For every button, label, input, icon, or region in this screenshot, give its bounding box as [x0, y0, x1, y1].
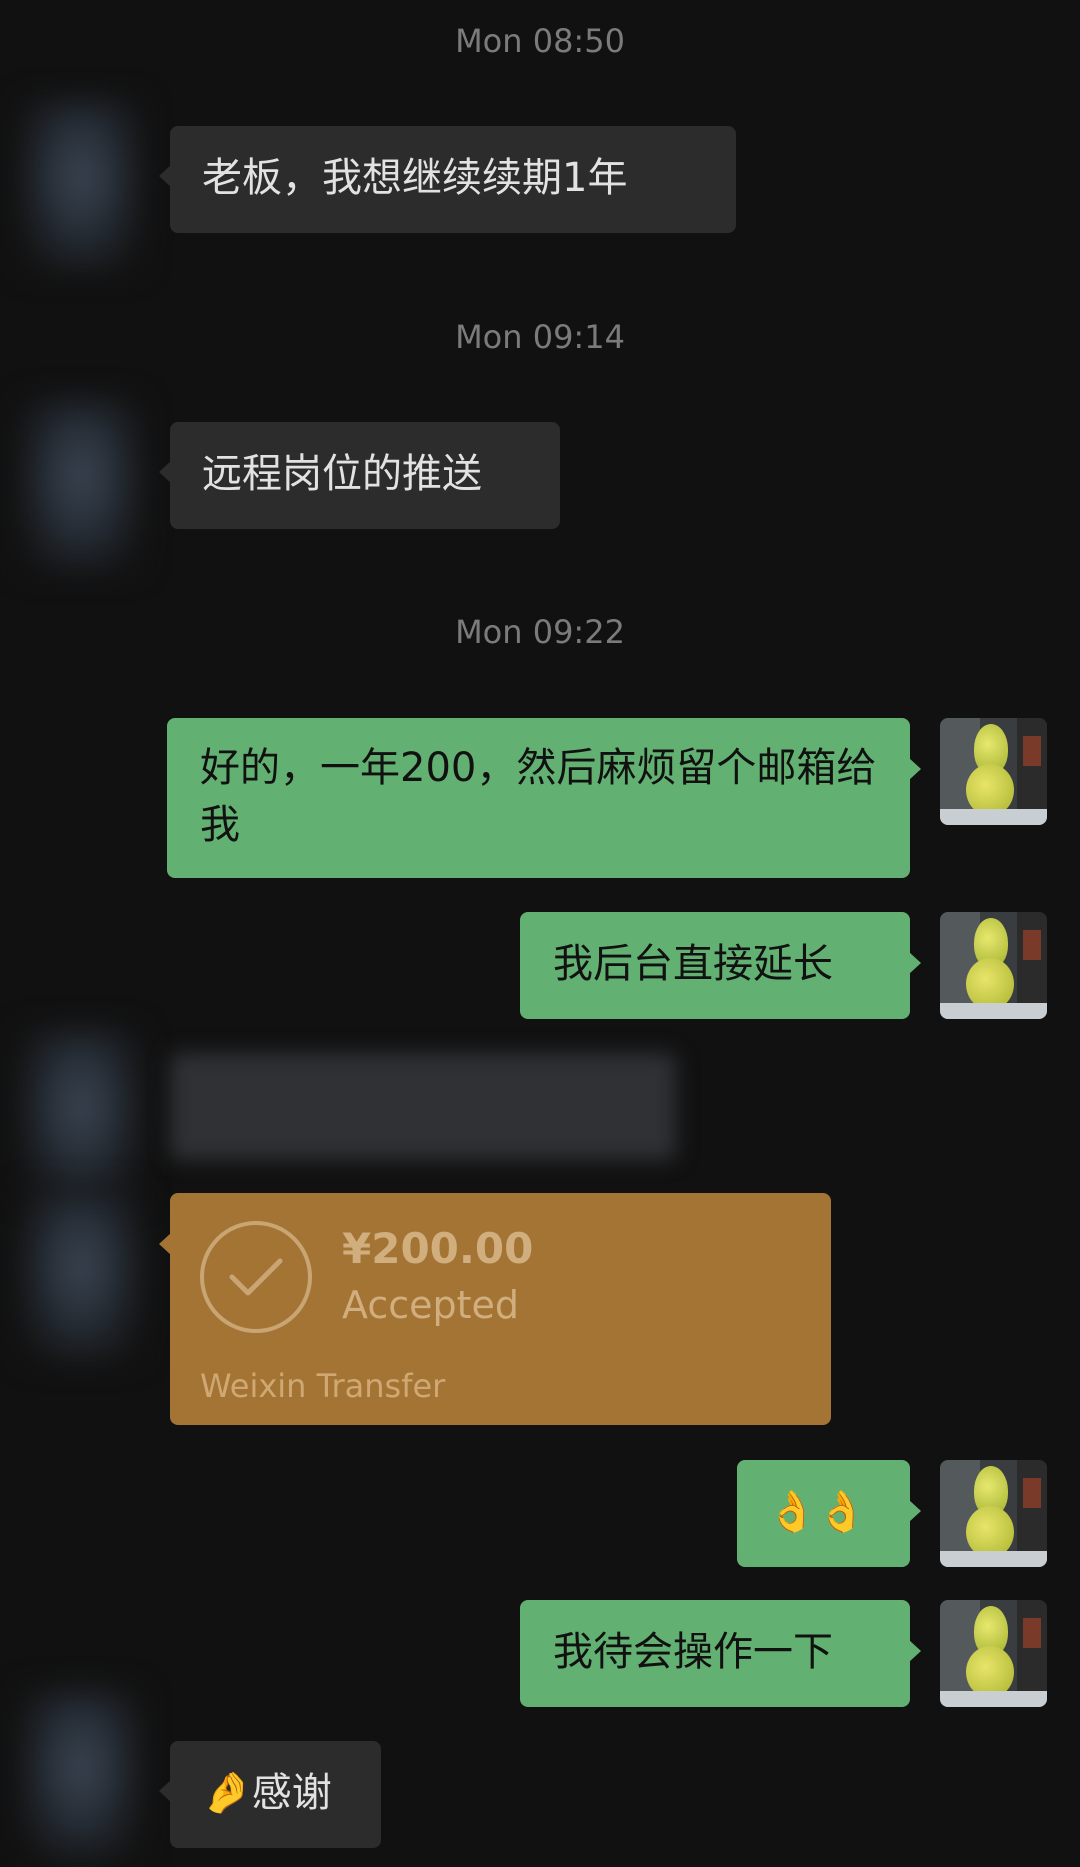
outgoing-message-bubble[interactable]: 👌👌	[737, 1460, 921, 1567]
message-text: 我后台直接延长	[553, 941, 833, 987]
contact-avatar[interactable]	[22, 400, 140, 570]
transfer-status: Accepted	[342, 1283, 520, 1327]
contact-avatar[interactable]	[22, 100, 140, 270]
incoming-message-bubble[interactable]: 远程岗位的推送	[159, 422, 560, 529]
timestamp: Mon 09:22	[455, 613, 625, 651]
transfer-source: Weixin Transfer	[200, 1367, 446, 1405]
incoming-message-bubble[interactable]: 🤌感谢	[159, 1741, 381, 1848]
outgoing-message-bubble[interactable]: 我待会操作一下	[520, 1600, 921, 1707]
contact-avatar[interactable]	[22, 1690, 140, 1860]
timestamp: Mon 08:50	[455, 22, 625, 60]
contact-avatar[interactable]	[22, 1030, 140, 1200]
my-avatar[interactable]	[940, 912, 1047, 1019]
check-circle-icon	[200, 1221, 312, 1333]
message-text: 我待会操作一下	[553, 1629, 833, 1675]
message-text: 远程岗位的推送	[202, 451, 482, 497]
message-text: 老板，我想继续续期1年	[202, 155, 628, 201]
transfer-card[interactable]: ¥200.00 Accepted Weixin Transfer	[159, 1193, 831, 1425]
message-text: 👌👌	[767, 1489, 867, 1535]
my-avatar[interactable]	[940, 718, 1047, 825]
my-avatar[interactable]	[940, 1460, 1047, 1567]
transfer-amount: ¥200.00	[342, 1224, 534, 1273]
outgoing-message-bubble[interactable]: 好的，一年200，然后麻烦留个邮箱给我	[167, 718, 921, 878]
message-text: 🤌感谢	[202, 1770, 332, 1816]
my-avatar[interactable]	[940, 1600, 1047, 1707]
outgoing-message-bubble[interactable]: 我后台直接延长	[520, 912, 921, 1019]
redacted-message-bubble[interactable]	[170, 1053, 676, 1160]
chat-view[interactable]: Mon 08:50 老板，我想继续续期1年 Mon 09:14 远程岗位的推送 …	[0, 0, 1080, 1867]
timestamp: Mon 09:14	[455, 318, 625, 356]
contact-avatar[interactable]	[22, 1190, 140, 1360]
message-text: 好的，一年200，然后麻烦留个邮箱给我	[200, 745, 877, 848]
incoming-message-bubble[interactable]: 老板，我想继续续期1年	[159, 126, 736, 233]
